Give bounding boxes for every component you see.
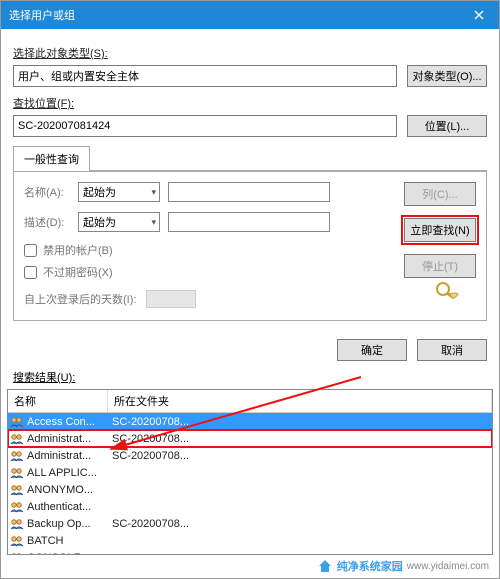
- cell-name: CONSOLE ...: [27, 552, 108, 555]
- results-listview[interactable]: 名称 所在文件夹 Access Con...SC-20200708...Admi…: [7, 389, 493, 555]
- group-icon: [10, 535, 24, 547]
- stop-button[interactable]: 停止(T): [404, 254, 476, 278]
- days-combo[interactable]: [146, 290, 196, 308]
- locations-button[interactable]: 位置(L)...: [407, 115, 487, 137]
- desc-mode-value: 起始为: [83, 214, 116, 230]
- object-type-label: 选择此对象类型(S):: [13, 45, 487, 61]
- watermark-url: www.yidaimei.com: [407, 561, 489, 572]
- cell-folder: SC-20200708...: [108, 433, 492, 445]
- cell-name: BATCH: [27, 535, 108, 547]
- tab-general-query[interactable]: 一般性查询: [13, 146, 90, 171]
- table-row[interactable]: CONSOLE ...: [8, 549, 492, 554]
- right-button-column: 列(C)... 立即查找(N) 停止(T): [404, 182, 476, 278]
- watermark: 纯净系统家园 www.yidaimei.com: [317, 558, 489, 574]
- table-row[interactable]: Authenticat...: [8, 498, 492, 515]
- table-row[interactable]: Administrat...SC-20200708...: [8, 447, 492, 464]
- query-panel: 名称(A): 起始为 ▾ 描述(D): 起始为 ▾ 禁用的帐户(B): [13, 171, 487, 321]
- cell-name: ANONYMO...: [27, 484, 108, 496]
- days-since-login-label: 自上次登录后的天数(I):: [24, 291, 136, 307]
- group-icon: [10, 450, 24, 462]
- group-icon: [10, 467, 24, 479]
- group-icon: [10, 416, 24, 428]
- desc-label: 描述(D):: [24, 214, 78, 230]
- table-row[interactable]: Backup Op...SC-20200708...: [8, 515, 492, 532]
- search-results-label: 搜索结果(U):: [1, 365, 499, 389]
- close-icon: [474, 10, 484, 20]
- group-icon: [10, 484, 24, 496]
- results-body[interactable]: Access Con...SC-20200708...Administrat..…: [8, 413, 492, 554]
- object-types-button[interactable]: 对象类型(O)...: [407, 65, 487, 87]
- object-type-field[interactable]: [13, 65, 397, 87]
- location-field[interactable]: [13, 115, 397, 137]
- name-label: 名称(A):: [24, 184, 78, 200]
- find-now-button[interactable]: 立即查找(N): [404, 218, 476, 242]
- chevron-down-icon: ▾: [151, 217, 159, 228]
- group-icon: [10, 433, 24, 445]
- upper-content: 选择此对象类型(S): 对象类型(O)... 查找位置(F): 位置(L)...…: [1, 29, 499, 331]
- cell-name: ALL APPLIC...: [27, 467, 108, 479]
- disabled-accounts-checkbox[interactable]: [24, 244, 37, 257]
- name-mode-combo[interactable]: 起始为 ▾: [78, 182, 160, 202]
- cell-folder: SC-20200708...: [108, 450, 492, 462]
- desc-mode-combo[interactable]: 起始为 ▾: [78, 212, 160, 232]
- group-icon: [10, 552, 24, 555]
- group-icon: [10, 518, 24, 530]
- cell-name: Administrat...: [27, 433, 108, 445]
- disabled-accounts-label: 禁用的帐户(B): [43, 242, 113, 258]
- column-header-folder[interactable]: 所在文件夹: [108, 390, 492, 412]
- chevron-down-icon: ▾: [151, 187, 159, 198]
- location-label: 查找位置(F):: [13, 95, 487, 111]
- close-button[interactable]: [459, 1, 499, 29]
- home-icon: [317, 558, 333, 574]
- cell-name: Backup Op...: [27, 518, 108, 530]
- non-expiring-password-checkbox[interactable]: [24, 266, 37, 279]
- window-title: 选择用户或组: [9, 7, 75, 23]
- non-expiring-password-label: 不过期密码(X): [43, 264, 113, 280]
- group-icon: [10, 501, 24, 513]
- cell-name: Authenticat...: [27, 501, 108, 513]
- cell-name: Administrat...: [27, 450, 108, 462]
- watermark-text: 纯净系统家园: [337, 558, 403, 574]
- name-mode-value: 起始为: [83, 184, 116, 200]
- cell-folder: SC-20200708...: [108, 416, 492, 428]
- titlebar: 选择用户或组: [1, 1, 499, 29]
- table-row[interactable]: ANONYMO...: [8, 481, 492, 498]
- cell-folder: SC-20200708...: [108, 518, 492, 530]
- results-header[interactable]: 名称 所在文件夹: [8, 390, 492, 413]
- tab-bar: 一般性查询: [13, 145, 487, 171]
- column-header-name[interactable]: 名称: [8, 390, 108, 412]
- search-hand-icon: [434, 280, 460, 306]
- table-row[interactable]: Access Con...SC-20200708...: [8, 413, 492, 430]
- name-input[interactable]: [168, 182, 330, 202]
- columns-button[interactable]: 列(C)...: [404, 182, 476, 206]
- table-row[interactable]: BATCH: [8, 532, 492, 549]
- cell-name: Access Con...: [27, 416, 108, 428]
- table-row[interactable]: ALL APPLIC...: [8, 464, 492, 481]
- ok-cancel-row: 确定 取消: [1, 331, 499, 365]
- desc-input[interactable]: [168, 212, 330, 232]
- cancel-button[interactable]: 取消: [417, 339, 487, 361]
- table-row[interactable]: Administrat...SC-20200708...: [8, 430, 492, 447]
- dialog-window: 选择用户或组 选择此对象类型(S): 对象类型(O)... 查找位置(F): 位…: [0, 0, 500, 579]
- ok-button[interactable]: 确定: [337, 339, 407, 361]
